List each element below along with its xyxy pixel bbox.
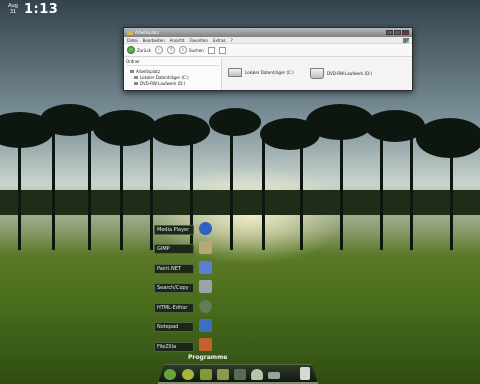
clock-day: 31	[9, 9, 17, 15]
tree-item-label: Lokaler Datenträger (C:)	[140, 74, 189, 80]
clock-time: 1:13	[24, 2, 59, 17]
menu-bar: Datei Bearbeiten Ansicht Favoriten Extra…	[124, 37, 412, 44]
forward-button[interactable]: ›	[154, 46, 163, 54]
program-gimp[interactable]: GIMP	[154, 244, 194, 254]
dvd-drive-icon	[310, 68, 324, 79]
folder-pane: Ordner Arbeitsplatz Lokaler Datenträger …	[124, 58, 222, 90]
window-title: Arbeitsplatz	[135, 30, 159, 35]
explorer-window[interactable]: Arbeitsplatz Datei Bearbeiten Ansicht Fa…	[123, 27, 413, 91]
views-button[interactable]	[218, 46, 226, 54]
menu-favoriten[interactable]: Favoriten	[189, 38, 208, 43]
search-label: Suchen	[188, 47, 204, 53]
notepad-icon[interactable]	[199, 319, 212, 332]
up-folder-button[interactable]: ↑	[166, 46, 175, 54]
trash-icon[interactable]	[300, 367, 310, 380]
dvd-drive-icon	[134, 81, 138, 85]
tree-item-label: Arbeitsplatz	[136, 68, 160, 74]
terminal-icon[interactable]	[234, 369, 246, 380]
toolbar: ‹ Zurück › ↑ ⌕ Suchen	[124, 44, 412, 57]
menu-ansicht[interactable]: Ansicht	[170, 38, 185, 43]
drive-icon[interactable]	[268, 372, 280, 379]
drives-view: Lokaler Datenträger (C:) DVD-RW-Laufwerk…	[222, 58, 412, 90]
hard-drive-icon	[134, 75, 138, 79]
wallpaper-trees	[0, 104, 480, 250]
back-arrow-icon: ‹	[127, 46, 135, 54]
program-html-editor[interactable]: HTML-Editor	[154, 303, 194, 313]
clock-date: Aug 31	[6, 3, 20, 15]
folder-icon	[127, 30, 133, 35]
maximize-button[interactable]	[394, 30, 401, 35]
leaf-icon[interactable]	[200, 369, 212, 380]
gimp-icon[interactable]	[199, 241, 212, 254]
search-copy-icon[interactable]	[199, 280, 212, 293]
drive-c[interactable]: Lokaler Datenträger (C:)	[228, 68, 294, 77]
globe-icon[interactable]	[164, 369, 176, 380]
menu-extras[interactable]: Extras	[213, 38, 226, 43]
menu-help[interactable]: ?	[231, 38, 233, 43]
close-button[interactable]	[402, 30, 409, 35]
window-content: Ordner Arbeitsplatz Lokaler Datenträger …	[124, 58, 412, 90]
windows-logo-icon	[403, 37, 409, 43]
filezilla-icon[interactable]	[199, 338, 212, 351]
drive-d[interactable]: DVD-RW-Laufwerk (D:)	[310, 68, 372, 79]
html-editor-icon[interactable]	[199, 300, 212, 313]
search-icon: ⌕	[178, 46, 187, 54]
back-label: Zurück	[137, 47, 151, 53]
drive-label: DVD-RW-Laufwerk (D:)	[327, 71, 373, 76]
user-icon[interactable]	[251, 369, 263, 380]
program-filezilla[interactable]: FileZilla	[154, 342, 194, 352]
gear-icon[interactable]	[182, 369, 194, 380]
program-media-player[interactable]: Media Player	[154, 225, 194, 235]
program-search-copy[interactable]: Search/Copy	[154, 283, 194, 293]
program-notepad[interactable]: Notepad	[154, 322, 194, 332]
drive-label: Lokaler Datenträger (C:)	[245, 70, 294, 75]
paint-net-icon[interactable]	[199, 261, 212, 274]
media-player-icon[interactable]	[199, 222, 212, 235]
menu-bearbeiten[interactable]: Bearbeiten	[143, 38, 165, 43]
tree-item-label: DVD-RW-Laufwerk (D:)	[140, 80, 186, 86]
tree-item-drive-d[interactable]: DVD-RW-Laufwerk (D:)	[126, 80, 219, 86]
computer-icon	[130, 69, 134, 73]
programs-stack-title[interactable]: Programme	[188, 354, 227, 361]
back-button[interactable]: ‹ Zurück	[127, 46, 151, 54]
search-button[interactable]: ⌕ Suchen	[178, 46, 204, 54]
window-titlebar[interactable]: Arbeitsplatz	[124, 28, 412, 37]
folders-view-button[interactable]	[207, 46, 215, 54]
hard-drive-icon	[228, 68, 242, 77]
menu-datei[interactable]: Datei	[127, 38, 138, 43]
folder-pane-header: Ordner	[126, 59, 219, 66]
minimize-button[interactable]	[386, 30, 393, 35]
program-paint-net[interactable]: Paint.NET	[154, 264, 194, 274]
pen-icon[interactable]	[217, 369, 229, 380]
